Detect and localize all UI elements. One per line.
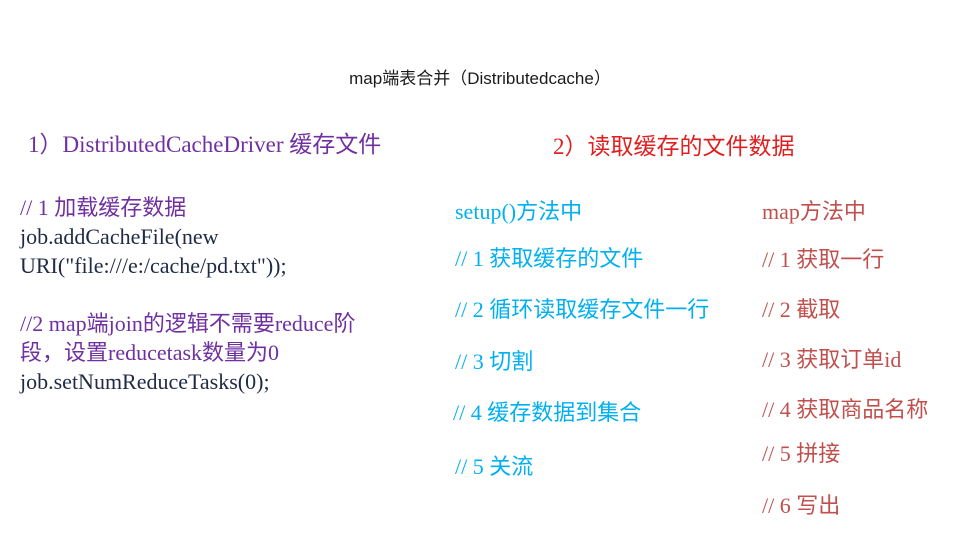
setup-step: // 2 循环读取缓存文件一行 [455, 297, 710, 322]
slide-title: map端表合并（Distributedcache） [349, 69, 611, 88]
setup-step: // 5 关流 [455, 454, 534, 479]
map-step: // 6 写出 [762, 493, 841, 518]
code-line: job.addCacheFile(new [20, 224, 219, 249]
section-heading-cache-driver: 1）DistributedCacheDriver 缓存文件 [28, 132, 382, 157]
setup-step: // 4 缓存数据到集合 [453, 400, 642, 425]
code-spacer [20, 280, 440, 309]
driver-code-block: // 1 加载缓存数据 job.addCacheFile(new URI("fi… [20, 193, 440, 396]
map-step: // 1 获取一行 [762, 247, 885, 272]
setup-method-title: setup()方法中 [455, 199, 583, 224]
setup-step: // 3 切割 [455, 349, 534, 374]
code-comment: //2 map端join的逻辑不需要reduce阶 [20, 311, 356, 336]
section-heading-read-cache: 2）读取缓存的文件数据 [553, 134, 795, 159]
map-step: // 4 获取商品名称 [762, 397, 929, 422]
code-comment: 段，设置reducetask数量为0 [20, 340, 280, 365]
map-step: // 2 截取 [762, 297, 841, 322]
map-step: // 5 拼接 [762, 441, 841, 466]
code-comment: // 1 加载缓存数据 [20, 195, 187, 220]
code-line: job.setNumReduceTasks(0); [20, 369, 270, 394]
setup-step: // 1 获取缓存的文件 [455, 246, 644, 271]
map-step: // 3 获取订单id [762, 347, 902, 372]
code-line: URI("file:///e:/cache/pd.txt")); [20, 253, 287, 278]
map-method-title: map方法中 [762, 199, 866, 224]
